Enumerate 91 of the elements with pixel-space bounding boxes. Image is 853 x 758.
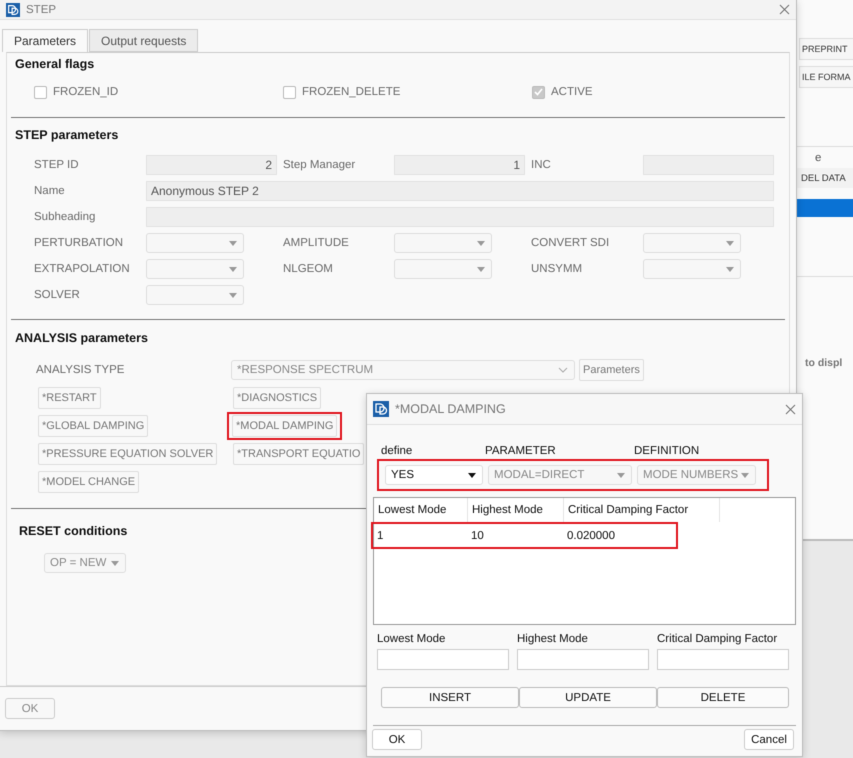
keyword-button[interactable]: *TRANSPORT EQUATIO — [233, 443, 364, 465]
caret-icon — [229, 266, 237, 272]
list-item[interactable]: DEL DATA — [797, 168, 853, 188]
field-label: NLGEOM — [283, 263, 334, 275]
field-label: ANALYSIS TYPE — [36, 364, 126, 376]
column-header: Highest Mode — [468, 498, 564, 522]
checkbox[interactable] — [283, 86, 296, 98]
action-button[interactable]: UPDATE — [519, 687, 657, 708]
dropdown[interactable] — [394, 233, 492, 253]
checkbox-label: FROZEN_DELETE — [302, 86, 400, 98]
window-title: *MODAL DAMPING — [395, 402, 507, 416]
keyword-button[interactable]: *GLOBAL DAMPING — [38, 415, 148, 437]
checkbox-label: ACTIVE — [551, 86, 593, 98]
column-header: Critical Damping Factor — [564, 498, 720, 522]
input-field[interactable] — [657, 649, 789, 670]
dropdown[interactable] — [394, 259, 492, 279]
caret-icon — [726, 266, 734, 272]
keyword-button[interactable]: *RESTART — [38, 387, 101, 409]
keyword-button[interactable]: *PRESSURE EQUATION SOLVER — [38, 443, 218, 465]
hint-text: to displ — [805, 357, 844, 369]
field-label: PERTURBATION — [34, 237, 124, 249]
caret-icon — [229, 240, 237, 246]
text-field[interactable]: Anonymous STEP 2 — [146, 181, 774, 201]
caret-icon — [477, 266, 485, 272]
table-cell-text: 1 — [376, 530, 384, 542]
table-cell-text: 0.020000 — [566, 530, 616, 542]
caret-icon — [229, 292, 237, 298]
column-header: Lowest Mode — [374, 498, 468, 522]
close-icon[interactable] — [785, 404, 796, 414]
ok-button[interactable]: OK — [372, 729, 422, 750]
tab[interactable]: Parameters — [2, 29, 88, 52]
field-label: STEP ID — [34, 159, 80, 171]
option-button[interactable]: PREPRINT — [799, 38, 853, 60]
field-label: CONVERT SDI — [531, 237, 610, 249]
section-heading: STEP parameters — [15, 128, 118, 142]
ok-button[interactable]: OK — [5, 698, 55, 719]
field-label: Highest Mode — [517, 633, 589, 645]
input-field[interactable] — [517, 649, 649, 670]
section-heading: General flags — [15, 57, 94, 71]
dropdown[interactable] — [146, 233, 244, 253]
field-label: define — [381, 445, 414, 457]
dropdown[interactable]: YES — [385, 465, 483, 485]
field-label: SOLVER — [34, 289, 81, 301]
close-icon[interactable] — [779, 4, 790, 15]
action-button[interactable]: INSERT — [381, 687, 519, 708]
field-label: Step Manager — [283, 159, 356, 171]
caret-icon — [468, 472, 476, 478]
number-field[interactable]: 1 — [394, 155, 525, 175]
parameters-button[interactable]: Parameters — [579, 359, 644, 381]
field-label: DEFINITION — [634, 445, 700, 457]
option-button[interactable]: ILE FORMA — [799, 66, 853, 88]
keyword-button[interactable]: *MODAL DAMPING — [232, 415, 338, 437]
dropdown[interactable] — [643, 233, 741, 253]
tab[interactable]: Output requests — [89, 29, 198, 52]
dropdown[interactable]: *RESPONSE SPECTRUM — [231, 360, 575, 380]
number-field[interactable]: 2 — [146, 155, 277, 175]
dropdown[interactable]: OP = NEW — [44, 553, 126, 573]
action-button[interactable]: DELETE — [657, 687, 789, 708]
dropdown[interactable] — [146, 285, 244, 305]
caret-icon — [726, 240, 734, 246]
field-label: Critical Damping Factor — [657, 633, 778, 645]
caret-icon — [617, 472, 625, 478]
field-label: AMPLITUDE — [283, 237, 350, 249]
field-label: INC — [531, 159, 552, 171]
section-heading: RESET conditions — [19, 524, 128, 538]
caret-icon — [741, 472, 749, 478]
dropdown[interactable] — [643, 259, 741, 279]
field-label: EXTRAPOLATION — [34, 263, 131, 275]
window-title: STEP — [26, 4, 58, 16]
field-label: PARAMETER — [485, 445, 557, 457]
app-logo-icon — [373, 401, 389, 417]
checkbox[interactable] — [532, 86, 545, 98]
field-label: UNSYMM — [531, 263, 584, 275]
input-field[interactable] — [377, 649, 509, 670]
table-row[interactable]: 1 10 0.020000 — [371, 522, 678, 549]
caret-icon — [477, 240, 485, 246]
field-label: Subheading — [34, 211, 96, 223]
list-item[interactable] — [797, 199, 853, 217]
section-heading: ANALYSIS parameters — [15, 331, 148, 345]
chevron-down-icon — [558, 367, 568, 373]
dropdown[interactable] — [146, 259, 244, 279]
checkbox-label: FROZEN_ID — [53, 86, 118, 98]
keyword-button[interactable]: *MODEL CHANGE — [38, 471, 140, 493]
keyword-button[interactable]: *DIAGNOSTICS — [233, 387, 322, 409]
field-label: Name — [34, 185, 66, 197]
app-logo-icon — [6, 2, 20, 16]
field-label: Lowest Mode — [377, 633, 446, 645]
table-cell-text: 10 — [470, 530, 485, 542]
cancel-button[interactable]: Cancel — [744, 729, 794, 750]
checkbox[interactable] — [34, 86, 47, 98]
caret-icon — [111, 560, 119, 566]
